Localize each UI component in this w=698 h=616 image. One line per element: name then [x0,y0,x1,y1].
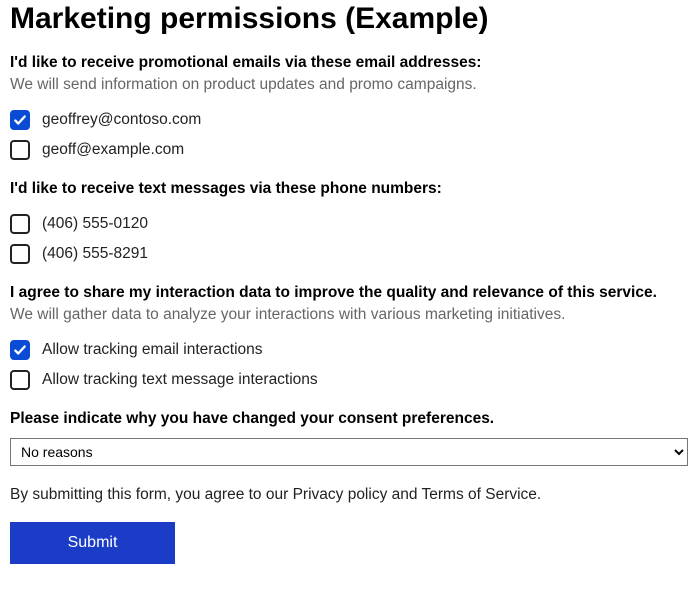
tracking-section: I agree to share my interaction data to … [10,284,688,390]
phone-checkbox-1[interactable] [10,214,30,234]
tracking-checkbox-2[interactable] [10,370,30,390]
emails-section: I'd like to receive promotional emails v… [10,54,688,160]
phones-heading: I'd like to receive text messages via th… [10,180,688,198]
tracking-option-row: Allow tracking text message interactions [10,370,688,390]
reason-heading: Please indicate why you have changed you… [10,410,688,428]
phone-option-row: (406) 555-8291 [10,244,688,264]
check-icon [13,113,27,127]
phone-label-2: (406) 555-8291 [42,245,148,263]
reason-select[interactable]: No reasons [10,438,688,466]
email-label-1: geoffrey@contoso.com [42,111,201,129]
tracking-heading: I agree to share my interaction data to … [10,284,688,302]
email-checkbox-2[interactable] [10,140,30,160]
submit-button[interactable]: Submit [10,522,175,564]
emails-subtext: We will send information on product upda… [10,76,688,94]
phones-section: I'd like to receive text messages via th… [10,180,688,264]
email-checkbox-1[interactable] [10,110,30,130]
tracking-option-row: Allow tracking email interactions [10,340,688,360]
check-icon [13,343,27,357]
phone-label-1: (406) 555-0120 [42,215,148,233]
reason-section: Please indicate why you have changed you… [10,410,688,466]
tracking-subtext: We will gather data to analyze your inte… [10,306,688,324]
email-label-2: geoff@example.com [42,141,184,159]
page-title: Marketing permissions (Example) [10,0,688,36]
phone-option-row: (406) 555-0120 [10,214,688,234]
tracking-label-2: Allow tracking text message interactions [42,371,318,389]
tracking-checkbox-1[interactable] [10,340,30,360]
consent-note: By submitting this form, you agree to ou… [10,486,688,504]
email-option-row: geoff@example.com [10,140,688,160]
emails-heading: I'd like to receive promotional emails v… [10,54,688,72]
tracking-label-1: Allow tracking email interactions [42,341,263,359]
phone-checkbox-2[interactable] [10,244,30,264]
email-option-row: geoffrey@contoso.com [10,110,688,130]
